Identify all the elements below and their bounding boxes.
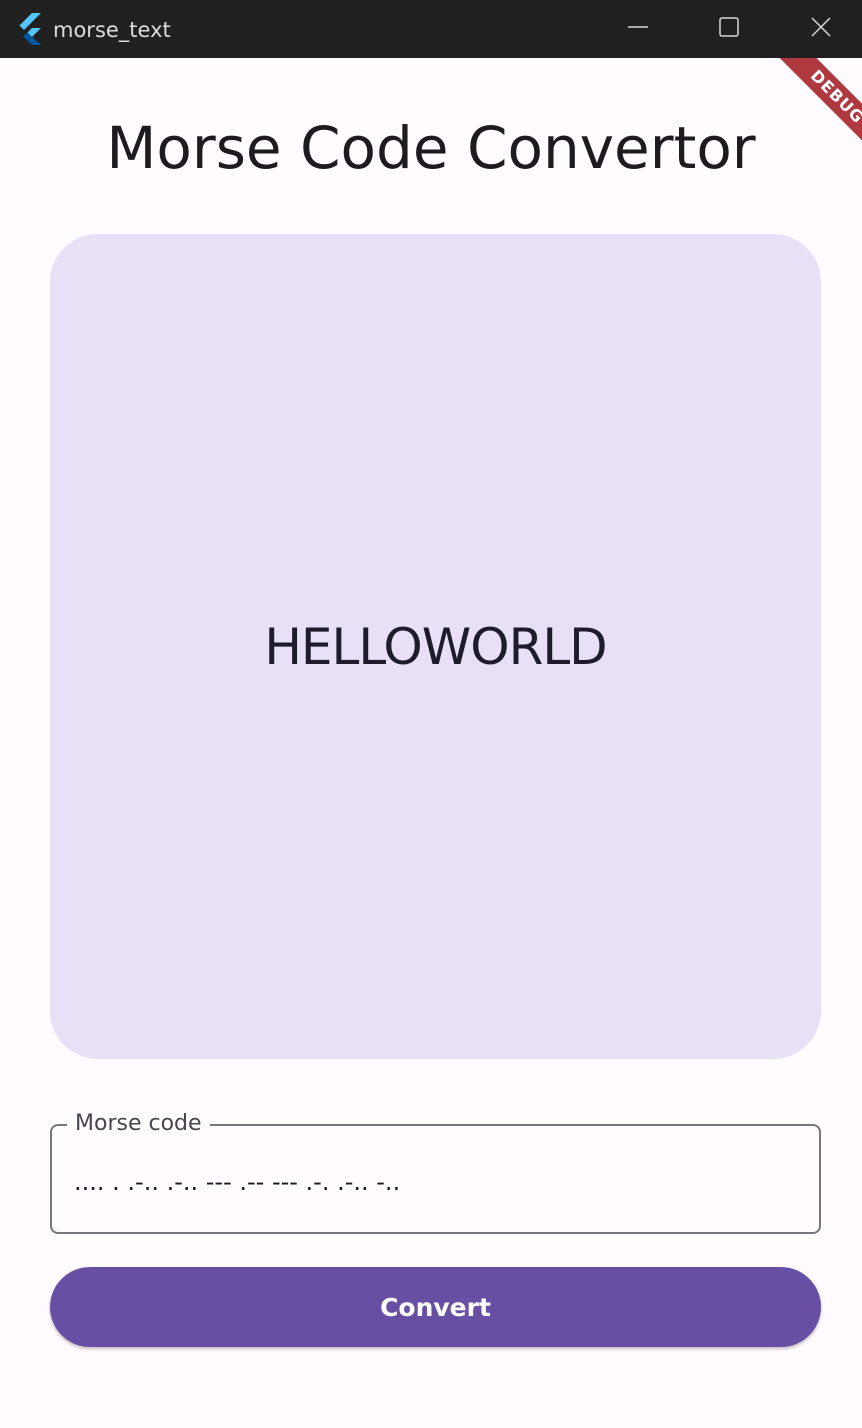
minimize-icon bbox=[627, 16, 649, 42]
maximize-icon bbox=[718, 16, 740, 42]
flutter-logo-icon bbox=[17, 13, 45, 45]
convert-button[interactable]: Convert bbox=[50, 1267, 821, 1347]
maximize-button[interactable] bbox=[683, 0, 775, 58]
morse-code-field[interactable]: Morse code bbox=[50, 1109, 821, 1234]
morse-code-input[interactable] bbox=[74, 1160, 794, 1204]
decoded-text: HELLOWORLD bbox=[264, 617, 607, 676]
app-window: morse_text DEBUG Morse Code Convertor HE… bbox=[0, 0, 862, 1428]
minimize-button[interactable] bbox=[592, 0, 684, 58]
window-title: morse_text bbox=[53, 18, 171, 42]
output-card: HELLOWORLD bbox=[50, 234, 821, 1059]
title-bar[interactable]: morse_text bbox=[0, 0, 862, 58]
page-title: Morse Code Convertor bbox=[106, 114, 756, 182]
close-button[interactable] bbox=[775, 0, 862, 58]
close-icon bbox=[810, 16, 832, 42]
morse-code-label: Morse code bbox=[67, 1109, 210, 1139]
